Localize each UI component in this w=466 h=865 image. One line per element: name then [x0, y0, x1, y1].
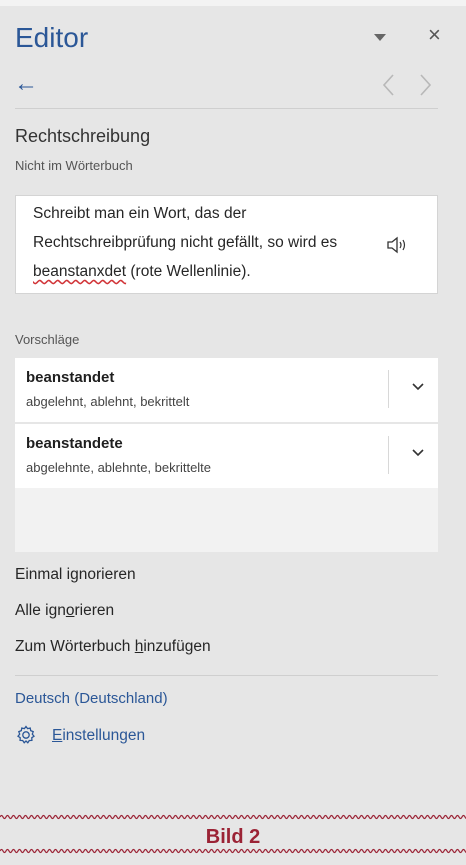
- back-arrow-icon[interactable]: ←: [14, 72, 38, 96]
- error-word: beanstanxdet: [33, 263, 127, 280]
- settings-label: Einstellungen: [52, 727, 145, 745]
- dropdown-triangle-icon[interactable]: [374, 34, 386, 41]
- context-line-3-rest: (rote Wellenlinie).: [126, 263, 251, 280]
- suggestion-word: beanstandete: [26, 435, 123, 452]
- language-link[interactable]: Deutsch (Deutschland): [15, 690, 168, 707]
- suggestions-label: Vorschläge: [15, 332, 80, 347]
- section-subtitle: Nicht im Wörterbuch: [15, 158, 133, 173]
- context-line-1: Schreibt man ein Wort, das der: [33, 205, 247, 222]
- label-part: Einmal i: [15, 566, 71, 583]
- chevron-down-icon[interactable]: [411, 446, 425, 460]
- divider: [15, 108, 438, 109]
- suggestion-divider: [388, 436, 389, 474]
- chevron-down-icon[interactable]: [411, 380, 425, 394]
- add-to-dictionary-button[interactable]: Zum Wörterbuch hinzufügen: [15, 638, 211, 656]
- previous-icon[interactable]: [381, 72, 397, 102]
- figure-caption: Bild 2: [205, 826, 261, 848]
- label-part: instellungen: [62, 727, 146, 744]
- wavy-border-top: [0, 814, 466, 820]
- suggestion-synonyms: abgelehnt, ablehnt, bekrittelt: [26, 394, 190, 409]
- pane-title: Editor: [15, 22, 89, 53]
- label-part: Zum Wörterbuch: [15, 638, 135, 655]
- context-line-2: Rechtschreibprüfung nicht gefällt, so wi…: [33, 234, 338, 251]
- label-part: rieren: [74, 602, 115, 619]
- suggestion-item[interactable]: beanstandet abgelehnt, ablehnt, bekritte…: [15, 358, 438, 422]
- speaker-icon[interactable]: [386, 236, 408, 254]
- context-line-3: beanstanxdet (rote Wellenlinie).: [33, 263, 251, 281]
- suggestion-word: beanstandet: [26, 369, 115, 386]
- top-edge: [0, 0, 466, 6]
- ignore-once-button[interactable]: Einmal ignorieren: [15, 566, 136, 584]
- section-title: Rechtschreibung: [15, 126, 151, 146]
- label-part: norieren: [78, 566, 136, 583]
- suggestion-synonyms: abgelehnte, ablehnte, bekrittelte: [26, 460, 212, 475]
- label-part: Alle ign: [15, 602, 66, 619]
- next-icon[interactable]: [417, 72, 433, 102]
- suggestion-empty-slot: [15, 488, 438, 552]
- gear-icon: [17, 725, 35, 744]
- divider: [15, 675, 438, 676]
- ignore-all-button[interactable]: Alle ignorieren: [15, 602, 114, 620]
- label-part: inzufügen: [143, 638, 211, 655]
- access-key: g: [70, 566, 79, 583]
- access-key: E: [52, 727, 63, 744]
- suggestion-item[interactable]: beanstandete abgelehnte, ablehnte, bekri…: [15, 424, 438, 488]
- suggestion-divider: [388, 370, 389, 408]
- editor-pane: Editor × ← Rechtschreibung Nicht im Wört…: [0, 0, 466, 790]
- close-icon[interactable]: ×: [428, 24, 441, 46]
- context-box: Schreibt man ein Wort, das der Rechtschr…: [15, 195, 438, 294]
